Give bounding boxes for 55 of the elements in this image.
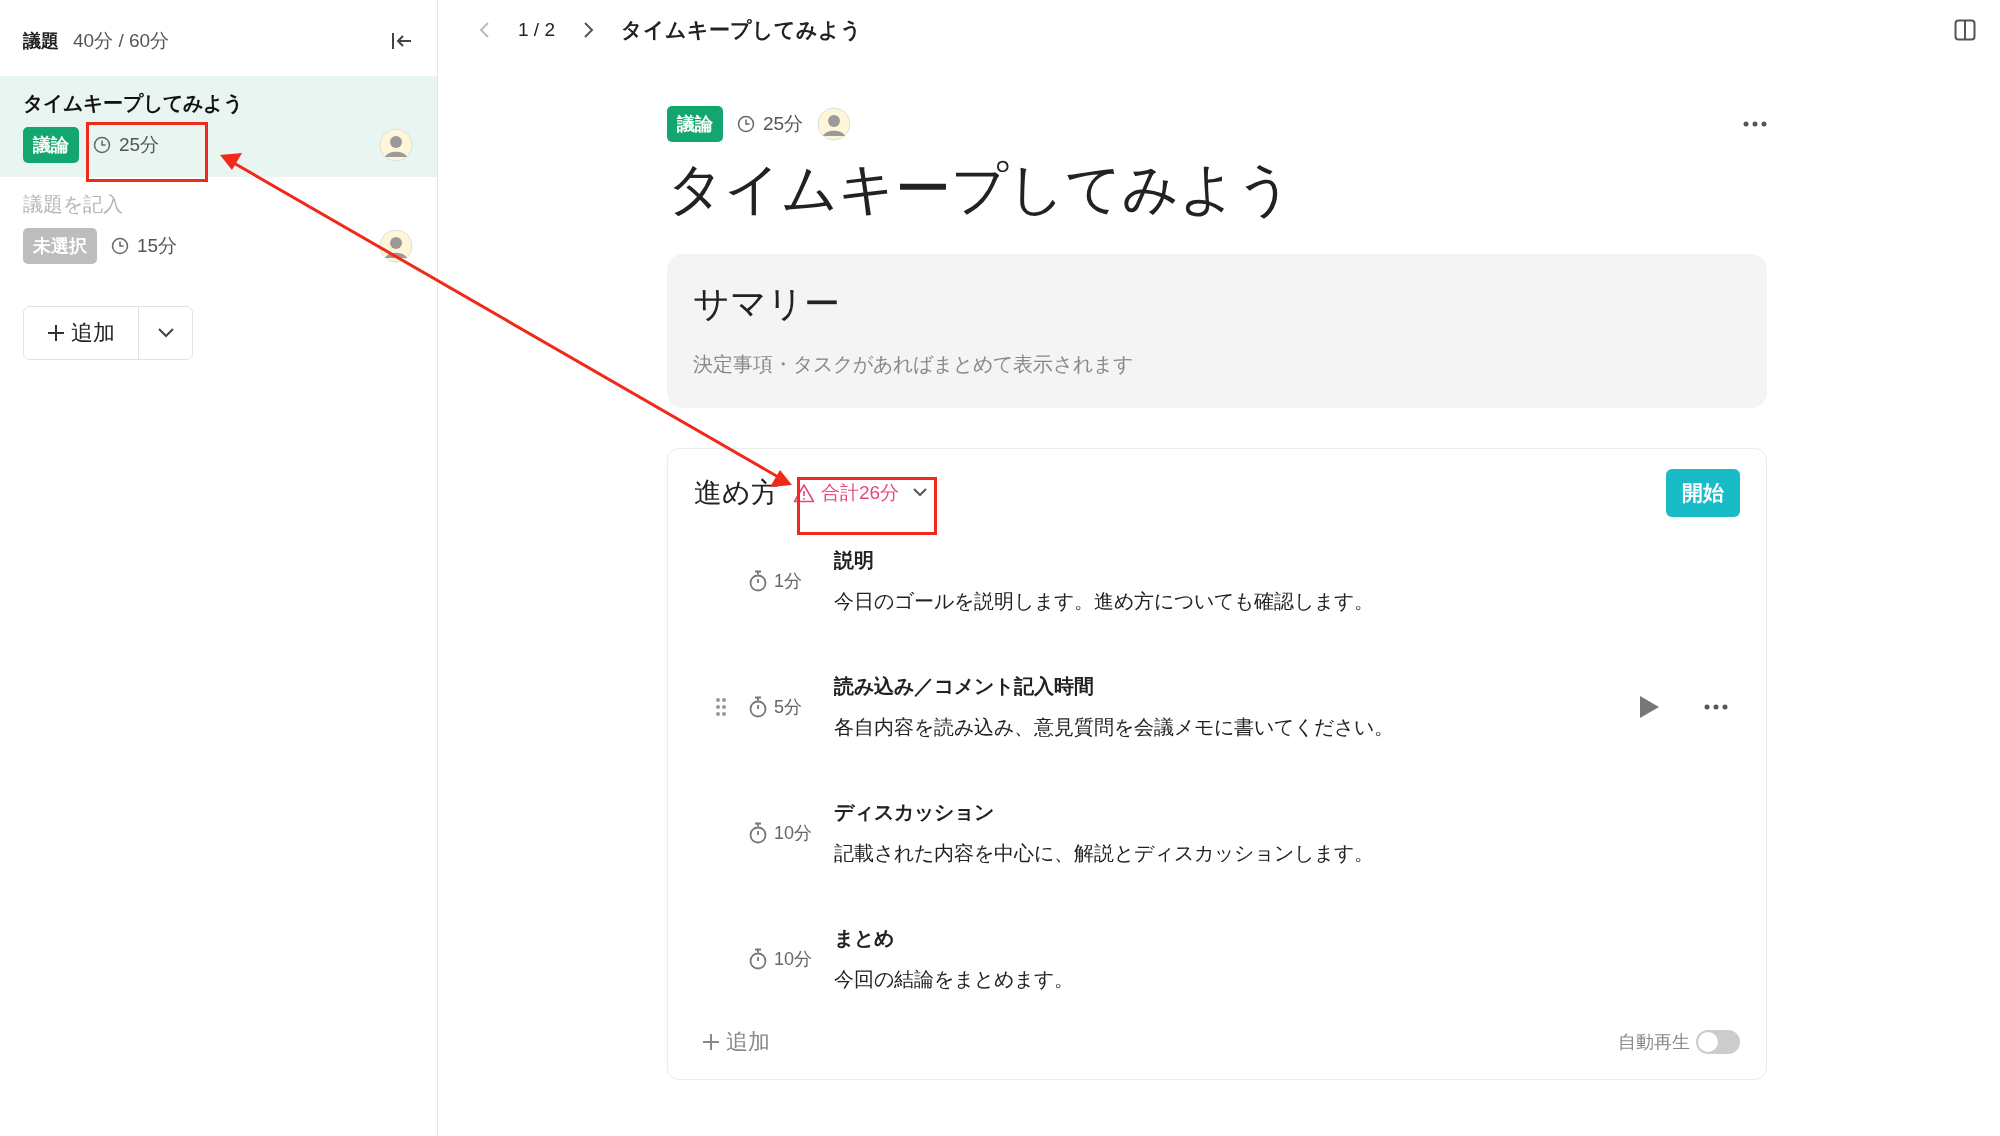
category-tag: 未選択: [23, 228, 97, 264]
more-button[interactable]: [1704, 704, 1728, 710]
item-title: タイムキープしてみよう: [23, 91, 244, 116]
summary-description: 決定事項・タスクがあればまとめて表示されます: [693, 352, 1134, 377]
page-counter: 1 / 2: [518, 19, 555, 41]
category-tag: 議論: [667, 106, 723, 142]
collapse-sidebar-button[interactable]: [391, 32, 413, 50]
autoplay-toggle[interactable]: [1696, 1030, 1740, 1054]
avatar: [379, 128, 413, 162]
agenda-item[interactable]: 議題を記入 未選択 15分: [0, 177, 437, 278]
avatar: [379, 229, 413, 263]
step-duration: 1分: [774, 570, 802, 593]
more-button[interactable]: [1743, 121, 1767, 127]
step-description: 記載された内容を中心に、解説とディスカッションします。: [834, 841, 1375, 866]
caret-icon: [156, 327, 175, 339]
step-title: 読み込み／コメント記入時間: [834, 674, 1095, 699]
agenda-title: タイムキープしてみよう: [667, 156, 1294, 222]
duration-text: 25分: [763, 112, 804, 136]
plus-icon: [702, 1033, 720, 1051]
split-view-button[interactable]: [1954, 19, 1976, 41]
step-duration: 5分: [774, 696, 802, 719]
step-duration: 10分: [774, 948, 813, 971]
sidebar-title: 議題: [23, 30, 59, 53]
play-button[interactable]: [1638, 695, 1660, 719]
duration-text: 25分: [119, 133, 160, 157]
page-title: タイムキープしてみよう: [621, 17, 862, 44]
drag-handle-icon[interactable]: [715, 697, 727, 717]
stopwatch-icon: [748, 570, 768, 592]
stopwatch-icon: [748, 948, 768, 970]
clock-icon: [93, 136, 111, 154]
section-title: 進め方: [694, 476, 779, 510]
clock-icon: [111, 237, 129, 255]
category-tag: 議論: [23, 127, 79, 163]
total-warning: 合計26分: [821, 481, 900, 505]
step-title: まとめ: [834, 926, 895, 951]
total-duration: 40分 / 60分: [73, 29, 170, 53]
stopwatch-icon: [748, 696, 768, 718]
item-title-placeholder: 議題を記入: [23, 192, 124, 217]
step-description: 今日のゴールを説明します。進め方についても確認します。: [834, 589, 1375, 614]
step-duration: 10分: [774, 822, 813, 845]
warning-icon: [793, 483, 815, 503]
autoplay-label: 自動再生: [1618, 1031, 1690, 1054]
stopwatch-icon: [748, 822, 768, 844]
summary-title: サマリー: [693, 282, 841, 326]
add-step-button[interactable]: 追加: [694, 1027, 770, 1057]
step-title: 説明: [834, 548, 875, 573]
agenda-item[interactable]: タイムキープしてみよう 議論 25分: [0, 76, 437, 177]
step-title: ディスカッション: [834, 800, 995, 825]
duration-text: 15分: [137, 234, 178, 258]
clock-icon: [737, 115, 755, 133]
plus-icon: [47, 324, 65, 342]
avatar: [817, 107, 852, 141]
step-description: 今回の結論をまとめます。: [834, 967, 1075, 992]
step-description: 各自内容を読み込み、意見質問を会議メモに書いてください。: [834, 715, 1395, 740]
next-icon[interactable]: [581, 20, 595, 40]
